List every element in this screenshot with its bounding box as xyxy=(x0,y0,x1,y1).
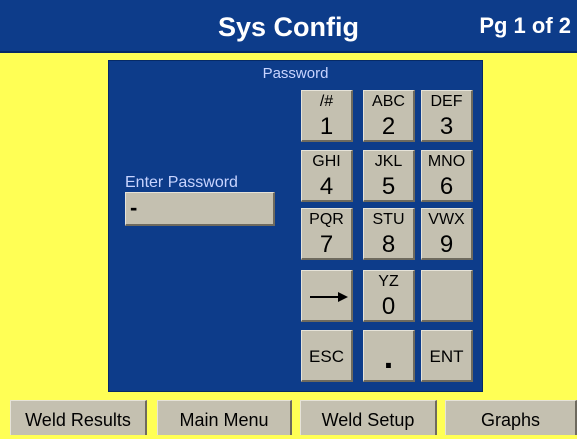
tab-graphs[interactable]: Graphs xyxy=(445,400,577,435)
key-4-letters: GHI xyxy=(312,153,341,170)
key-3[interactable]: DEF 3 xyxy=(421,90,473,142)
key-6-digit: 6 xyxy=(439,173,454,200)
ent-key-label: ENT xyxy=(429,347,464,366)
key-0-digit: 0 xyxy=(381,293,396,320)
key-6-letters: MNO xyxy=(427,153,466,170)
page-indicator: Pg 1 of 2 xyxy=(479,13,571,38)
dot-key[interactable]: . xyxy=(363,330,415,382)
key-3-digit: 3 xyxy=(439,113,454,140)
password-label: Enter Password xyxy=(125,174,238,191)
key-7[interactable]: PQR 7 xyxy=(301,208,353,260)
key-0-letters: YZ xyxy=(378,273,399,290)
key-0[interactable]: YZ 0 xyxy=(363,270,415,322)
dot-key-label: . xyxy=(383,338,394,376)
key-1[interactable]: /# 1 xyxy=(301,90,353,142)
ent-key[interactable]: ENT xyxy=(421,330,473,382)
password-field[interactable]: - xyxy=(125,192,275,226)
key-2[interactable]: ABC 2 xyxy=(363,90,415,142)
esc-key[interactable]: ESC xyxy=(301,330,353,382)
key-8[interactable]: STU 8 xyxy=(363,208,415,260)
key-9-digit: 9 xyxy=(439,231,454,258)
key-4[interactable]: GHI 4 xyxy=(301,150,353,202)
tab-weld-results[interactable]: Weld Results xyxy=(10,400,147,435)
right-arrow-icon xyxy=(310,292,348,302)
panel-title: Password xyxy=(262,65,329,82)
blank-key[interactable] xyxy=(421,270,473,322)
arrow-key[interactable] xyxy=(301,270,353,322)
key-4-digit: 4 xyxy=(319,173,334,200)
key-7-letters: PQR xyxy=(309,211,344,228)
key-3-letters: DEF xyxy=(430,93,463,110)
tab-main-menu[interactable]: Main Menu xyxy=(157,400,292,435)
header-bar: Sys Config Pg 1 of 2 xyxy=(0,0,577,53)
password-panel: Password Enter Password - /# 1 ABC 2 DEF… xyxy=(108,60,483,392)
key-5-digit: 5 xyxy=(381,173,396,200)
key-5-letters: JKL xyxy=(374,153,403,170)
key-8-digit: 8 xyxy=(381,231,396,258)
key-7-digit: 7 xyxy=(319,231,334,258)
key-9-letters: VWX xyxy=(428,211,465,228)
key-1-digit: 1 xyxy=(319,113,334,140)
key-9[interactable]: VWX 9 xyxy=(421,208,473,260)
tab-weld-setup[interactable]: Weld Setup xyxy=(300,400,437,435)
esc-key-label: ESC xyxy=(309,347,344,366)
key-2-letters: ABC xyxy=(372,93,405,110)
key-1-letters: /# xyxy=(319,93,334,110)
key-5[interactable]: JKL 5 xyxy=(363,150,415,202)
key-8-letters: STU xyxy=(372,211,405,228)
key-6[interactable]: MNO 6 xyxy=(421,150,473,202)
key-2-digit: 2 xyxy=(381,113,396,140)
